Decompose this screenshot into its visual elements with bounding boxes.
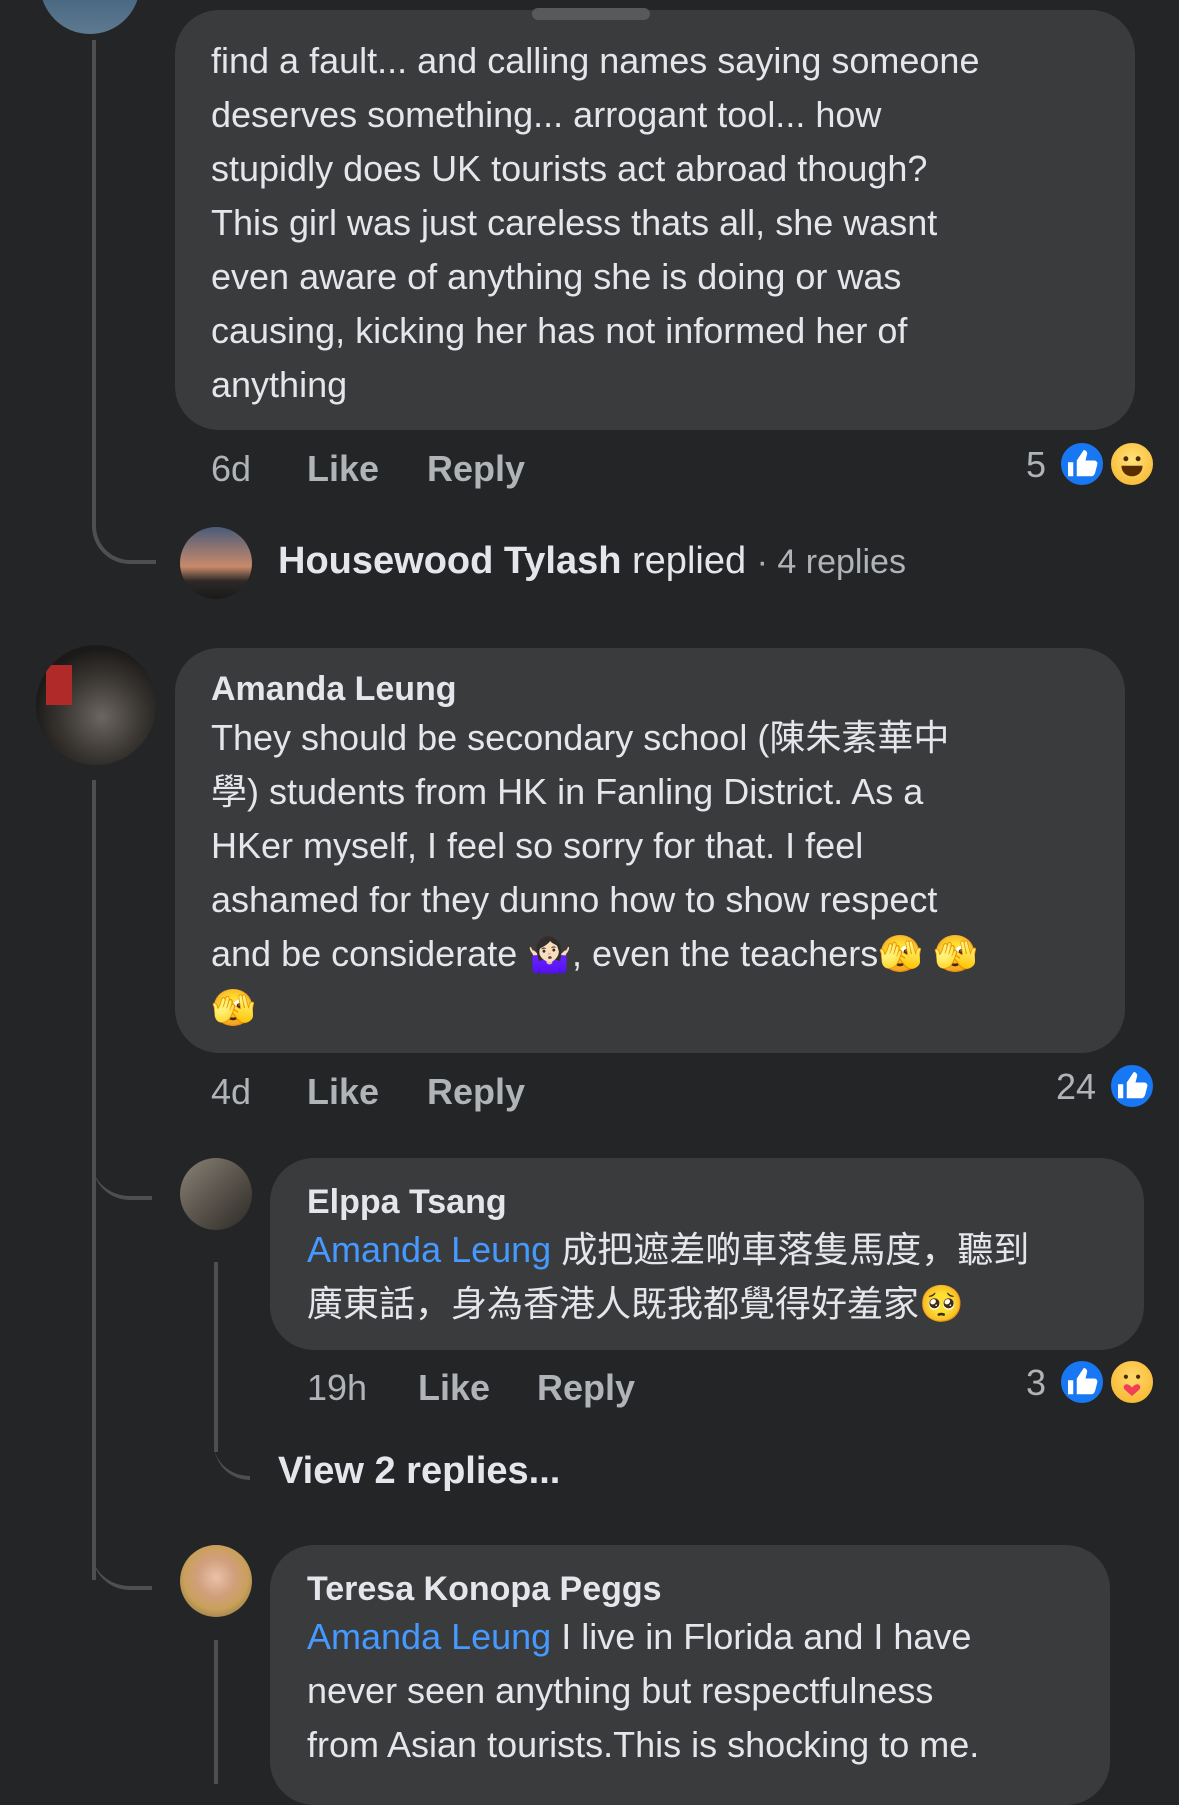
- comment-author-name[interactable]: Elppa Tsang: [307, 1183, 507, 1222]
- avatar[interactable]: [180, 1158, 252, 1230]
- comment-author-name[interactable]: Teresa Konopa Peggs: [307, 1570, 662, 1609]
- reply-summary[interactable]: Housewood Tylash replied · 4 replies: [278, 540, 906, 583]
- avatar[interactable]: [180, 527, 252, 599]
- thread-connector-housewood: [92, 430, 156, 564]
- comment-time: 6d: [211, 448, 252, 489]
- reaction-count[interactable]: 3: [1010, 1362, 1046, 1404]
- avatar[interactable]: [36, 645, 156, 765]
- reply-author-name: Housewood Tylash: [278, 540, 622, 582]
- mention-link[interactable]: Amanda Leung: [307, 1229, 551, 1270]
- avatar[interactable]: [180, 1545, 252, 1617]
- reply-button[interactable]: Reply: [427, 448, 525, 490]
- care-reaction-icon[interactable]: [1108, 1358, 1156, 1406]
- comment-time: 19h: [307, 1367, 368, 1408]
- thread-line-amanda: [92, 780, 96, 1580]
- comment-text: find a fault... and calling names saying…: [211, 40, 980, 405]
- thread-line-top: [92, 40, 96, 480]
- thread-line-teresa: [214, 1640, 218, 1784]
- like-button[interactable]: Like: [307, 448, 379, 490]
- haha-reaction-icon[interactable]: [1108, 440, 1156, 488]
- reply-count: · 4 replies: [756, 543, 906, 581]
- like-reaction-icon[interactable]: [1108, 1062, 1156, 1110]
- comment-text: Amanda Leung I live in Florida and I hav…: [307, 1616, 980, 1765]
- comment-author-name[interactable]: Amanda Leung: [211, 670, 457, 709]
- thread-connector-teresa: [92, 1540, 152, 1590]
- like-button[interactable]: Like: [418, 1367, 490, 1409]
- view-more-replies-link[interactable]: View 2 replies...: [278, 1450, 560, 1493]
- reaction-count[interactable]: 5: [1010, 444, 1046, 486]
- reply-button[interactable]: Reply: [537, 1367, 635, 1409]
- avatar[interactable]: [40, 0, 140, 34]
- reply-action-label: replied: [632, 540, 747, 582]
- comment-text: They should be secondary school (陳朱素華中 學…: [211, 717, 978, 1028]
- drag-handle[interactable]: [532, 8, 650, 20]
- like-button[interactable]: Like: [307, 1071, 379, 1113]
- comment-text: Amanda Leung 成把遮差啲車落隻馬度，聽到 廣東話，身為香港人既我都覺…: [307, 1229, 1030, 1324]
- comment-time: 4d: [211, 1071, 252, 1112]
- mention-link[interactable]: Amanda Leung: [307, 1616, 551, 1657]
- like-reaction-icon[interactable]: [1058, 440, 1106, 488]
- reply-button[interactable]: Reply: [427, 1071, 525, 1113]
- like-reaction-icon[interactable]: [1058, 1358, 1106, 1406]
- reaction-count[interactable]: 24: [1040, 1066, 1096, 1108]
- thread-connector-elppa: [92, 1150, 152, 1200]
- thread-connector-view-replies: [214, 1420, 250, 1480]
